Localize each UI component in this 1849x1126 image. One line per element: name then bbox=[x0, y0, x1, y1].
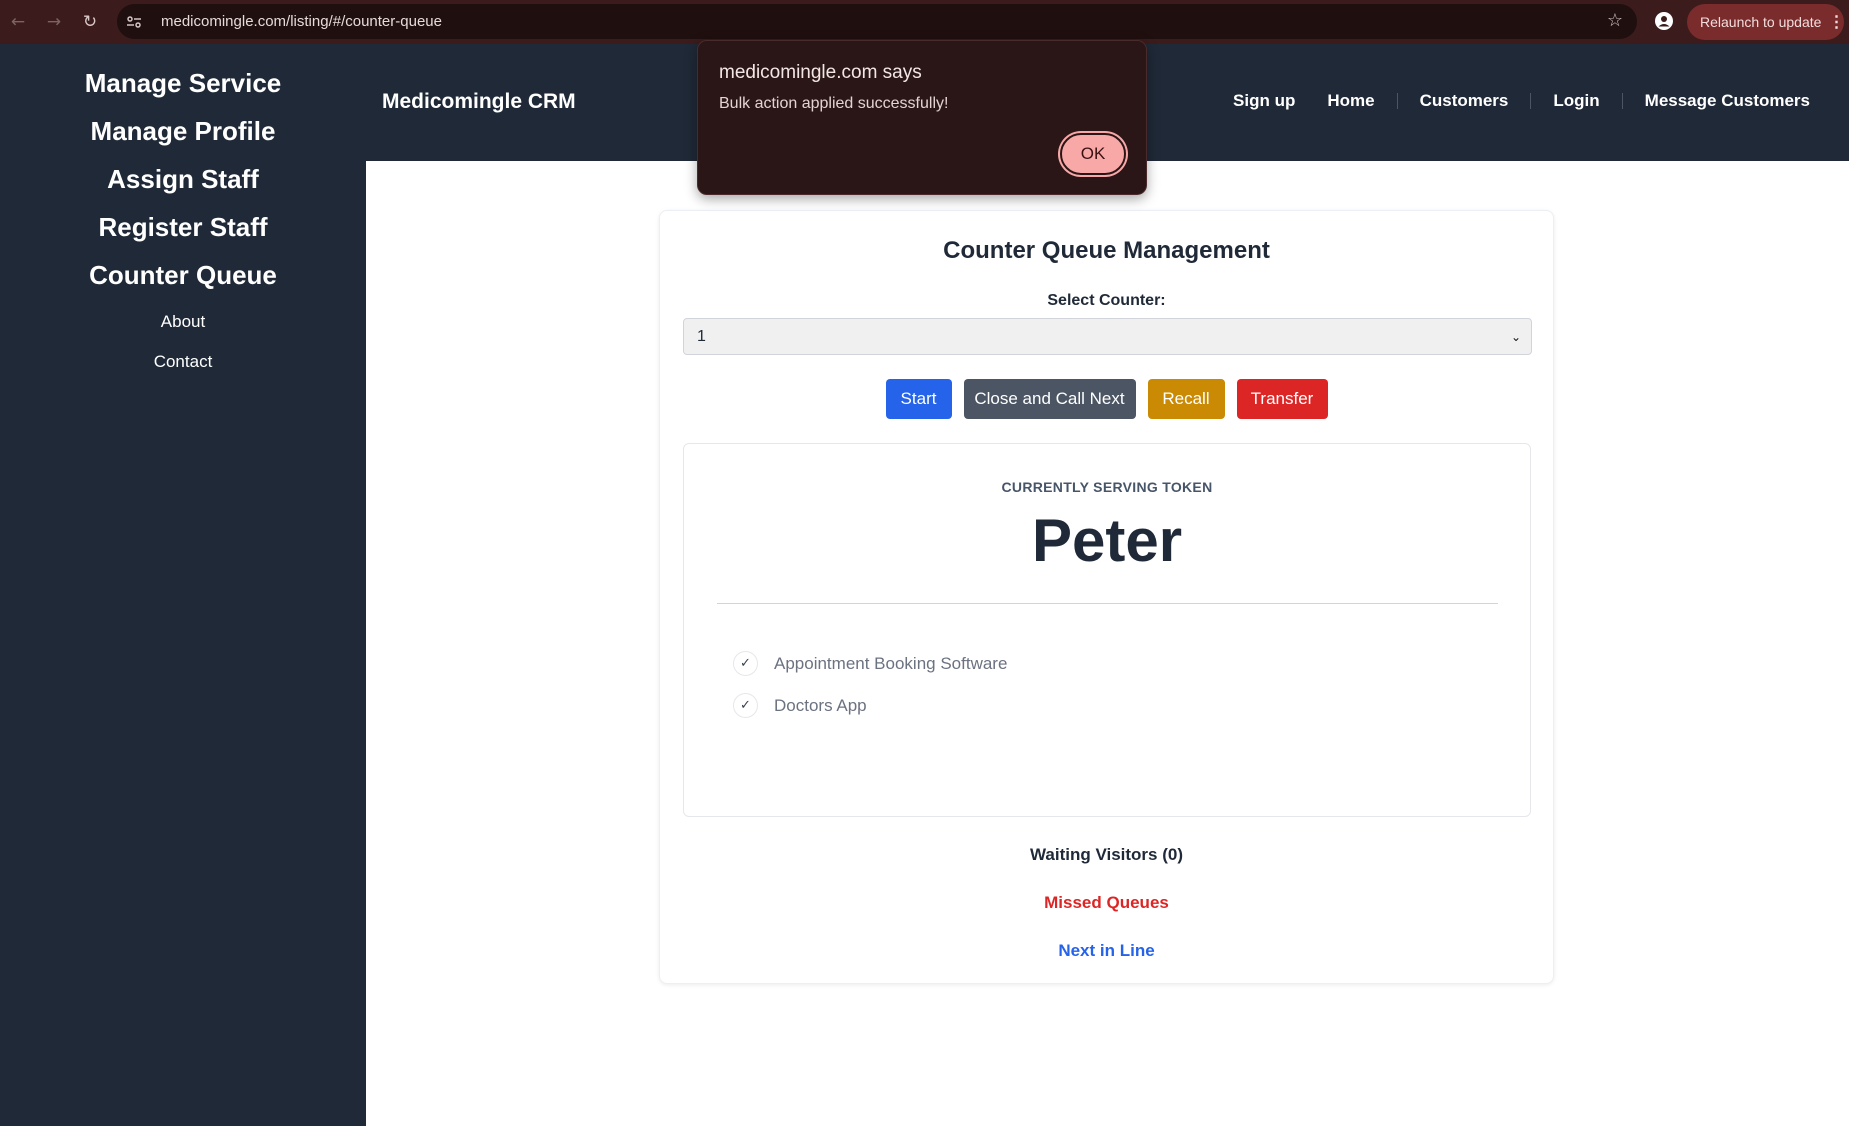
currently-serving-label: CURRENTLY SERVING TOKEN bbox=[1001, 479, 1213, 495]
address-bar[interactable]: medicomingle.com/listing/#/counter-queue… bbox=[117, 4, 1637, 39]
service-name: Appointment Booking Software bbox=[774, 653, 1008, 673]
ok-button[interactable]: OK bbox=[1060, 133, 1126, 175]
back-arrow-icon[interactable]: ← bbox=[3, 7, 33, 37]
alert-dialog: medicomingle.com says Bulk action applie… bbox=[697, 40, 1147, 195]
counter-select[interactable]: 1 ⌄ bbox=[683, 318, 1532, 355]
start-button[interactable]: Start bbox=[885, 379, 952, 419]
sidebar-item-manage-profile[interactable]: Manage Profile bbox=[0, 116, 366, 147]
sidebar-item-assign-staff[interactable]: Assign Staff bbox=[0, 164, 366, 195]
counter-select-value: 1 bbox=[697, 327, 706, 345]
serving-token-name: Peter bbox=[1031, 507, 1183, 574]
person-icon bbox=[1655, 12, 1673, 30]
site-settings-icon[interactable] bbox=[123, 11, 145, 33]
sidebar-item-counter-queue[interactable]: Counter Queue bbox=[0, 260, 366, 291]
service-list: ✓ Appointment Booking Software ✓ Doctors… bbox=[733, 651, 1007, 735]
relaunch-button[interactable]: Relaunch to update ⋮ bbox=[1687, 4, 1844, 40]
page-title: Counter Queue Management bbox=[943, 237, 1270, 264]
profile-icon[interactable] bbox=[1651, 8, 1677, 34]
relaunch-label: Relaunch to update bbox=[1700, 14, 1822, 30]
nav-divider bbox=[1396, 93, 1398, 109]
recall-button[interactable]: Recall bbox=[1147, 379, 1225, 419]
nav-divider bbox=[1621, 93, 1623, 109]
nav-divider bbox=[1530, 93, 1532, 109]
waiting-visitors-heading[interactable]: Waiting Visitors (0) bbox=[660, 845, 1553, 865]
sidebar-item-register-staff[interactable]: Register Staff bbox=[0, 212, 366, 243]
select-counter-label: Select Counter: bbox=[1047, 292, 1166, 309]
missed-queues-heading[interactable]: Missed Queues bbox=[660, 893, 1553, 913]
menu-dots-icon[interactable]: ⋮ bbox=[1828, 12, 1844, 32]
brand-title[interactable]: Medicomingle CRM bbox=[382, 90, 576, 114]
close-and-call-next-button[interactable]: Close and Call Next bbox=[963, 379, 1136, 419]
counter-queue-card: Counter Queue Management Select Counter:… bbox=[659, 210, 1554, 984]
service-name: Doctors App bbox=[774, 695, 867, 715]
checkmark-icon: ✓ bbox=[733, 651, 758, 676]
nav-customers[interactable]: Customers bbox=[1420, 91, 1509, 111]
list-item: ✓ Appointment Booking Software bbox=[733, 651, 1007, 676]
forward-arrow-icon[interactable]: → bbox=[39, 7, 69, 37]
alert-message: Bulk action applied successfully! bbox=[719, 95, 949, 112]
sidebar-item-manage-service[interactable]: Manage Service bbox=[0, 68, 366, 99]
checkmark-icon: ✓ bbox=[733, 693, 758, 718]
list-item: ✓ Doctors App bbox=[733, 693, 1007, 718]
url-text: medicomingle.com/listing/#/counter-queue bbox=[161, 13, 442, 30]
divider bbox=[717, 603, 1498, 604]
currently-serving-panel: CURRENTLY SERVING TOKEN Peter ✓ Appointm… bbox=[683, 443, 1531, 817]
next-in-line-heading[interactable]: Next in Line bbox=[660, 941, 1553, 961]
nav-message-customers[interactable]: Message Customers bbox=[1645, 91, 1810, 111]
sidebar: Manage Service Manage Profile Assign Sta… bbox=[0, 44, 366, 1126]
alert-title: medicomingle.com says bbox=[719, 62, 922, 83]
sidebar-item-contact[interactable]: Contact bbox=[0, 352, 366, 372]
tune-icon bbox=[127, 15, 141, 28]
sidebar-item-about[interactable]: About bbox=[0, 312, 366, 332]
transfer-button[interactable]: Transfer bbox=[1236, 379, 1328, 419]
nav-links: Sign up Home Customers Login Message Cus… bbox=[1233, 91, 1810, 111]
nav-login[interactable]: Login bbox=[1553, 91, 1599, 111]
bookmark-star-icon[interactable]: ☆ bbox=[1607, 10, 1623, 31]
browser-toolbar: ← → ↻ medicomingle.com/listing/#/counter… bbox=[0, 0, 1849, 44]
action-buttons: Start Close and Call Next Recall Transfe… bbox=[660, 379, 1553, 419]
nav-home[interactable]: Home bbox=[1327, 91, 1374, 111]
chevron-down-icon: ⌄ bbox=[1510, 329, 1521, 344]
nav-sign-up[interactable]: Sign up bbox=[1233, 91, 1295, 111]
reload-icon[interactable]: ↻ bbox=[75, 7, 105, 37]
